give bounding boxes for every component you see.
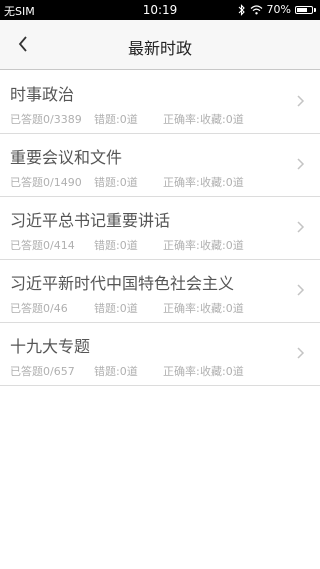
chevron-right-icon: [296, 156, 306, 170]
answered-count: 已答题0/414: [10, 239, 75, 252]
accuracy-label: 正确率:: [163, 302, 200, 315]
list-item[interactable]: 习近平总书记重要讲话已答题0/414 错题:0道 正确率: 收藏:0道: [0, 197, 320, 260]
battery-fill: [297, 7, 307, 12]
accuracy-label: 正确率:: [163, 113, 200, 126]
item-title: 时事政治: [10, 85, 75, 104]
list-item[interactable]: 习近平新时代中国特色社会主义已答题0/46 错题:0道 正确率: 收藏:0道: [0, 260, 320, 323]
category-list: 时事政治 已答题0/3389 错题:0道 正确率: 收藏:0道 重要会议和文件 已答题0/1…: [0, 71, 320, 386]
answered-count: 已答题0/46: [10, 302, 68, 315]
status-bar: 无SIM 10:19 70%: [0, 0, 320, 20]
item-title: 习近平总书记重要讲话: [10, 211, 171, 230]
battery-icon: [295, 5, 316, 14]
chevron-right-icon: [296, 282, 306, 296]
answered-count: 已答题0/3389: [10, 113, 82, 126]
item-title: 重要会议和文件: [10, 148, 123, 167]
chevron-right-icon: [296, 93, 306, 107]
wrong-count: 错题:0道: [94, 239, 138, 252]
answered-count: 已答题0/657: [10, 365, 75, 378]
item-title: 习近平新时代中国特色社会主义: [10, 274, 235, 293]
chevron-right-icon: [296, 219, 306, 233]
answered-count: 已答题0/1490: [10, 176, 82, 189]
accuracy-label: 正确率:: [163, 365, 200, 378]
accuracy-label: 正确率:: [163, 176, 200, 189]
page-title: 最新时政: [127, 39, 192, 58]
status-icons: 70%: [238, 3, 316, 16]
list-item[interactable]: 十九大专题已答题0/657 错题:0道 正确率: 收藏:0道: [0, 323, 320, 386]
wrong-count: 错题:0道: [94, 365, 138, 378]
battery-percent: 70%: [266, 3, 291, 16]
accuracy-label: 正确率:: [163, 239, 200, 252]
collected-count: 收藏:0道: [200, 176, 244, 189]
bluetooth-icon: [238, 3, 246, 16]
collected-count: 收藏:0道: [200, 302, 244, 315]
collected-count: 收藏:0道: [200, 113, 244, 126]
wrong-count: 错题:0道: [94, 176, 138, 189]
wrong-count: 错题:0道: [94, 302, 138, 315]
collected-count: 收藏:0道: [200, 365, 244, 378]
wifi-icon: [250, 4, 263, 15]
wrong-count: 错题:0道: [94, 113, 138, 126]
item-title: 十九大专题: [10, 337, 91, 356]
nav-bar: 最新时政: [0, 20, 320, 70]
chevron-right-icon: [296, 345, 306, 359]
collected-count: 收藏:0道: [200, 239, 244, 252]
list-item[interactable]: 重要会议和文件已答题0/1490 错题:0道 正确率: 收藏:0道: [0, 134, 320, 197]
list-item[interactable]: 时事政治已答题0/3389 错题:0道 正确率: 收藏:0道: [0, 71, 320, 134]
